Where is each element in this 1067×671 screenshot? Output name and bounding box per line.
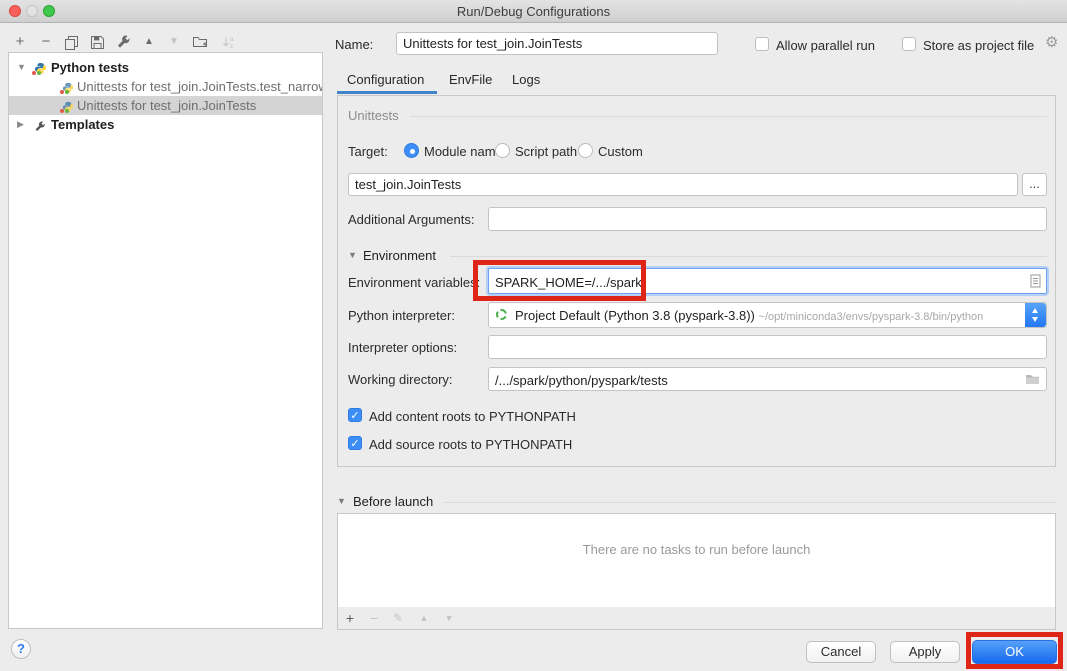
add-task-icon[interactable]: + [342,610,358,626]
svg-text:z: z [230,44,233,50]
env-variables-browse-icon[interactable] [1030,274,1041,291]
apply-button[interactable]: Apply [890,641,960,663]
tree-item-unittests-test-narrow[interactable]: Unittests for test_join.JoinTests.test_n… [9,77,322,96]
group-divider [450,256,1047,257]
allow-parallel-run-label: Allow parallel run [776,38,875,53]
save-configuration-icon[interactable] [88,34,106,50]
tab-logs[interactable]: Logs [512,72,540,87]
before-launch-task-list [337,513,1056,608]
add-source-roots-checkbox[interactable]: ✓ [348,436,362,450]
tree-item-python-tests[interactable]: ▼ Python tests [9,58,322,77]
expanded-arrow-icon[interactable]: ▼ [17,58,26,77]
remove-task-icon: − [366,610,382,626]
group-divider [410,116,1047,117]
browse-button[interactable]: ... [1022,173,1047,196]
group-divider [444,502,1056,503]
add-content-roots-label: Add content roots to PYTHONPATH [369,409,576,424]
radio-script-path[interactable] [495,143,510,158]
tab-configuration[interactable]: Configuration [347,72,424,87]
add-content-roots-checkbox[interactable]: ✓ [348,408,362,422]
tree-item-label: Unittests for test_join.JoinTests [77,96,256,115]
tree-item-label: Templates [51,115,114,134]
task-move-down-icon: ▼ [441,610,457,626]
edit-templates-wrench-icon[interactable] [114,34,132,50]
working-directory-field [488,367,1047,391]
interpreter-options-input[interactable] [488,335,1047,359]
python-interpreter-path: ~/opt/miniconda3/envs/pyspark-3.8/bin/py… [759,311,984,323]
environment-variables-label: Environment variables: [348,275,480,290]
move-up-icon[interactable]: ▲ [140,34,158,50]
before-launch-empty-text: There are no tasks to run before launch [337,542,1056,557]
tree-item-label: Unittests for test_join.JoinTests.test_n… [77,77,322,96]
titlebar: Run/Debug Configurations [0,0,1067,23]
configurations-tree: ▼ Python tests Unittests for test_join.J… [8,52,323,629]
environment-variables-field [488,268,1047,294]
remove-configuration-icon[interactable]: − [37,34,55,50]
gear-icon[interactable]: ⚙ [1045,33,1058,51]
radio-custom[interactable] [578,143,593,158]
active-tab-underline [337,91,437,94]
window-title: Run/Debug Configurations [0,4,1067,19]
python-interpreter-dropdown[interactable]: Project Default (Python 3.8 (pyspark-3.8… [488,302,1047,328]
tree-item-label: Python tests [51,58,129,77]
configuration-panel: Unittests Target: Module name Script pat… [337,95,1056,467]
radio-custom-label: Custom [598,144,643,159]
name-input[interactable] [396,32,718,55]
before-launch-collapse-arrow-icon[interactable]: ▼ [337,496,346,506]
unittests-group-label: Unittests [348,108,399,123]
store-as-project-file-label: Store as project file [923,38,1034,53]
svg-text:a: a [230,37,234,43]
test-badge-icon [60,90,69,95]
tab-envfile[interactable]: EnvFile [449,72,492,87]
sort-alphabetically-icon: az [220,34,238,50]
additional-arguments-input[interactable] [488,207,1047,231]
folder-icon[interactable] [1025,373,1040,388]
name-label: Name: [335,37,373,52]
ok-button[interactable]: OK [972,640,1057,664]
store-as-project-file-checkbox[interactable] [902,37,916,51]
allow-parallel-run-checkbox[interactable] [755,37,769,51]
radio-module-name[interactable] [404,143,419,158]
move-down-icon: ▼ [165,34,183,50]
radio-module-name-label: Module name [424,144,503,159]
working-directory-input[interactable] [493,370,1017,390]
task-move-up-icon: ▲ [416,610,432,626]
conda-environment-icon [496,309,507,320]
environment-group-label: Environment [363,248,436,263]
new-folder-icon[interactable] [191,34,209,50]
additional-arguments-label: Additional Arguments: [348,212,474,227]
target-module-input[interactable] [348,173,1018,196]
radio-script-path-label: Script path [515,144,577,159]
before-launch-label: Before launch [353,494,433,509]
templates-wrench-icon [34,119,47,132]
interpreter-options-label: Interpreter options: [348,340,457,355]
python-interpreter-value: Project Default (Python 3.8 (pyspark-3.8… [515,308,755,323]
cancel-button[interactable]: Cancel [806,641,876,663]
add-source-roots-label: Add source roots to PYTHONPATH [369,437,572,452]
environment-variables-input[interactable] [493,271,1017,293]
dropdown-stepper-icon[interactable] [1025,303,1046,327]
collapsed-arrow-icon[interactable]: ▶ [17,115,24,134]
environment-collapse-arrow-icon[interactable]: ▼ [348,250,357,260]
edit-task-pencil-icon: ✎ [390,610,406,626]
help-button[interactable]: ? [11,639,31,659]
test-badge-icon [60,109,69,114]
python-interpreter-label: Python interpreter: [348,308,455,323]
tree-item-templates[interactable]: ▶ Templates [9,115,322,134]
tree-item-unittests-jointests[interactable]: Unittests for test_join.JoinTests [9,96,322,115]
python-tests-icon [34,61,47,74]
copy-configuration-icon[interactable] [62,34,80,50]
test-badge-icon [32,71,41,76]
python-test-config-icon [62,99,75,112]
target-label: Target: [348,144,388,159]
python-test-config-icon [62,80,75,93]
add-configuration-icon[interactable]: + [11,34,29,50]
working-directory-label: Working directory: [348,372,453,387]
